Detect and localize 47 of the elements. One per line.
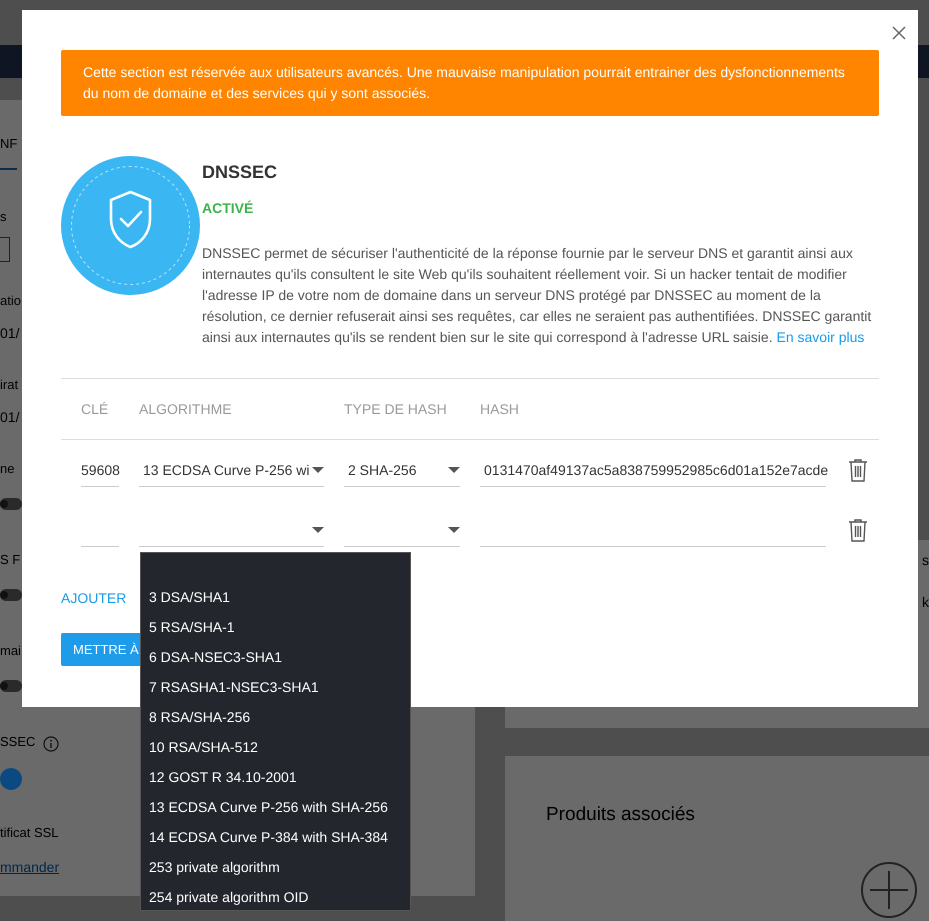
status-label: ACTIVÉ xyxy=(202,199,254,218)
dropdown-option[interactable]: 5 RSA/SHA-1 xyxy=(141,612,410,642)
section-title: DNSSEC xyxy=(202,161,278,184)
panel-title: Produits associés xyxy=(546,803,695,827)
warning-alert: Cette section est réservée aux utilisateurs avancés. Une mauvaise manipulation pourrait entrainer des dysfonctionnements du nom de domaine et des services qui y sont associés. xyxy=(61,50,879,116)
close-button[interactable] xyxy=(892,26,906,40)
field-label: S F xyxy=(0,550,20,568)
key-input[interactable]: 59608 xyxy=(81,454,119,487)
dropdown-option[interactable]: 3 DSA/SHA1 xyxy=(141,582,410,612)
field-label: s xyxy=(922,551,929,570)
field-value: 01/ xyxy=(0,324,20,342)
dropdown-option[interactable]: 253 private algorithm xyxy=(141,852,410,882)
dropdown-option[interactable]: 10 RSA/SHA-512 xyxy=(141,732,410,762)
field-label: s xyxy=(0,208,6,226)
dropdown-option[interactable]: 254 private algorithm OID xyxy=(141,882,410,912)
field-label: mai xyxy=(0,642,21,660)
caret-icon xyxy=(448,527,460,533)
input-field[interactable] xyxy=(0,236,10,262)
field-label: tificat SSL xyxy=(0,824,59,842)
panel-tab[interactable]: NF xyxy=(0,134,18,170)
dropdown-option[interactable]: 7 RSASHA1-NSEC3-SHA1 xyxy=(141,672,410,702)
column-header: TYPE DE HASH xyxy=(344,400,448,418)
trash-icon[interactable] xyxy=(848,458,868,482)
algorithm-select[interactable]: 13 ECDSA Curve P-256 wi xyxy=(139,454,324,487)
field-label: SSEC xyxy=(0,732,36,750)
column-header: ALGORITHME xyxy=(139,400,233,418)
column-header: HASH xyxy=(480,400,520,418)
add-icon[interactable] xyxy=(860,861,918,919)
description-text: DNSSEC permet de sécuriser l'authenticité de la réponse fournie par le serveur DNS et garantit ainsi aux internautes qu'ils consultent le site Web qu'ils souhaitent réellement voir. Si un hacker tentait de modifier l'adresse IP de votre nom de domaine dans un serveur DNS protégé par DNSSEC au moment de la résolution, ce dernier refuserait ainsi ses requêtes, car elles ne seraient pas authentifiées. DNSSEC garantit ainsi aux internautes qu'ils se rendent bien sur le site qui correspond à l'adresse URL saisie. En savoir plus xyxy=(202,244,872,347)
hash-input[interactable]: 0131470af49137ac5a838759952985c6d01a152e7acde xyxy=(480,454,826,487)
field-label: atio xyxy=(0,292,21,310)
caret-icon xyxy=(312,527,324,533)
toggle-switch[interactable] xyxy=(0,768,22,790)
dropdown-option[interactable]: 6 DSA-NSEC3-SHA1 xyxy=(141,642,410,672)
hash-type-select[interactable]: 2 SHA-256 xyxy=(344,454,460,487)
caret-icon xyxy=(448,467,460,473)
dropdown-option[interactable]: 8 RSA/SHA-256 xyxy=(141,702,410,732)
trash-icon[interactable] xyxy=(848,518,868,542)
dropdown-option[interactable]: 14 ECDSA Curve P-384 with SHA-384 xyxy=(141,822,410,852)
field-label: k xyxy=(922,593,929,612)
caret-icon xyxy=(312,467,324,473)
field-value: 01/ xyxy=(0,408,20,426)
field-label: irat xyxy=(0,376,18,394)
field-label: ne xyxy=(0,460,14,478)
dropdown-option[interactable]: 13 ECDSA Curve P-256 with SHA-256 xyxy=(141,792,410,822)
column-header: CLÉ xyxy=(81,400,110,418)
dropdown-option[interactable]: 12 GOST R 34.10-2001 xyxy=(141,762,410,792)
